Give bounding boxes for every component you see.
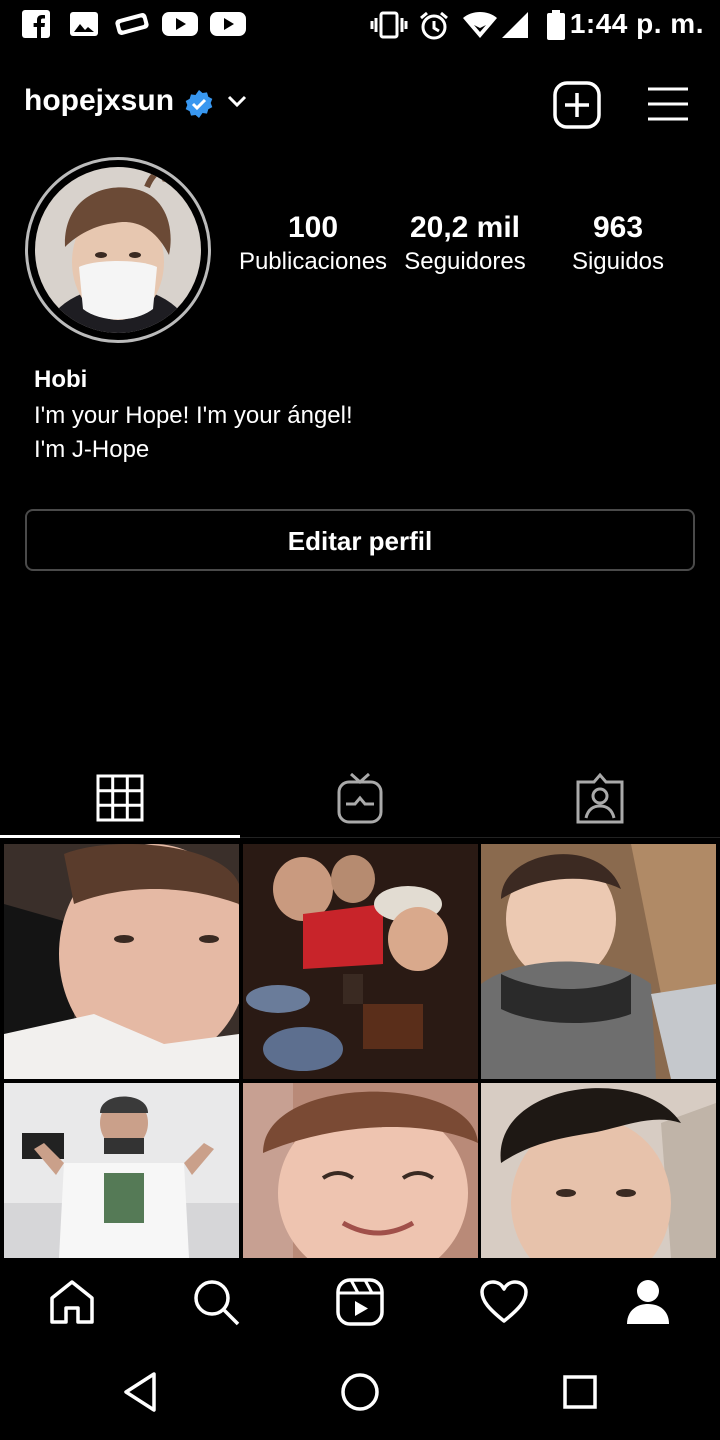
home-circle-icon[interactable] <box>336 1368 384 1416</box>
tab-tagged[interactable] <box>480 760 720 836</box>
search-icon[interactable] <box>188 1274 244 1330</box>
following-count: 963 <box>592 211 644 244</box>
facebook-icon <box>22 10 50 38</box>
youtube-icon <box>210 10 246 38</box>
post-thumbnail[interactable] <box>481 844 716 1079</box>
tab-igtv[interactable] <box>240 760 480 836</box>
tagged-icon <box>576 772 624 824</box>
followers-label: Seguidores <box>404 248 526 275</box>
gallery-icon <box>70 10 98 38</box>
followers-count: 20,2 mil <box>409 211 521 244</box>
posts-stat[interactable]: 100 Publicaciones <box>233 210 393 278</box>
back-icon[interactable] <box>116 1368 164 1416</box>
grid-icon <box>96 774 144 822</box>
signal-icon <box>500 10 530 40</box>
menu-icon[interactable] <box>646 86 690 122</box>
status-bar: 1:44 p. m. <box>0 0 720 52</box>
active-tab-indicator <box>0 835 240 838</box>
post-thumbnail[interactable] <box>4 844 239 1079</box>
bio-line: I'm your Hope! I'm your ángel! <box>34 402 353 429</box>
reels-icon[interactable] <box>332 1274 388 1330</box>
igtv-icon <box>337 772 383 824</box>
profile-username[interactable]: hopejxsun <box>24 84 174 118</box>
gamepad-icon <box>114 10 150 38</box>
battery-icon <box>546 10 566 40</box>
recents-icon[interactable] <box>556 1368 604 1416</box>
vibrate-icon <box>370 10 408 40</box>
new-post-icon[interactable] <box>552 80 602 130</box>
bottom-nav <box>0 1258 720 1344</box>
following-stat[interactable]: 963 Siguidos <box>538 210 698 278</box>
wifi-icon <box>462 10 498 40</box>
following-label: Siguidos <box>571 248 665 275</box>
heart-icon[interactable] <box>476 1274 532 1330</box>
status-time: 1:44 p. m. <box>569 8 704 39</box>
verified-badge-icon <box>184 89 214 119</box>
followers-stat[interactable]: 20,2 mil Seguidores <box>385 210 545 278</box>
bio-line: I'm J-Hope <box>34 436 150 463</box>
profile-name: Hobi <box>34 366 88 393</box>
android-nav <box>0 1344 720 1440</box>
youtube-icon <box>162 10 198 38</box>
profile-icon[interactable] <box>620 1274 676 1330</box>
edit-profile-button[interactable]: Editar perfil <box>25 509 695 571</box>
avatar[interactable] <box>35 167 201 333</box>
tab-grid[interactable] <box>0 760 240 836</box>
posts-label: Publicaciones <box>238 248 388 275</box>
home-icon[interactable] <box>44 1274 100 1330</box>
posts-count: 100 <box>287 211 339 244</box>
post-thumbnail[interactable] <box>243 844 478 1079</box>
chevron-down-icon[interactable] <box>226 94 248 110</box>
alarm-icon <box>418 10 450 42</box>
